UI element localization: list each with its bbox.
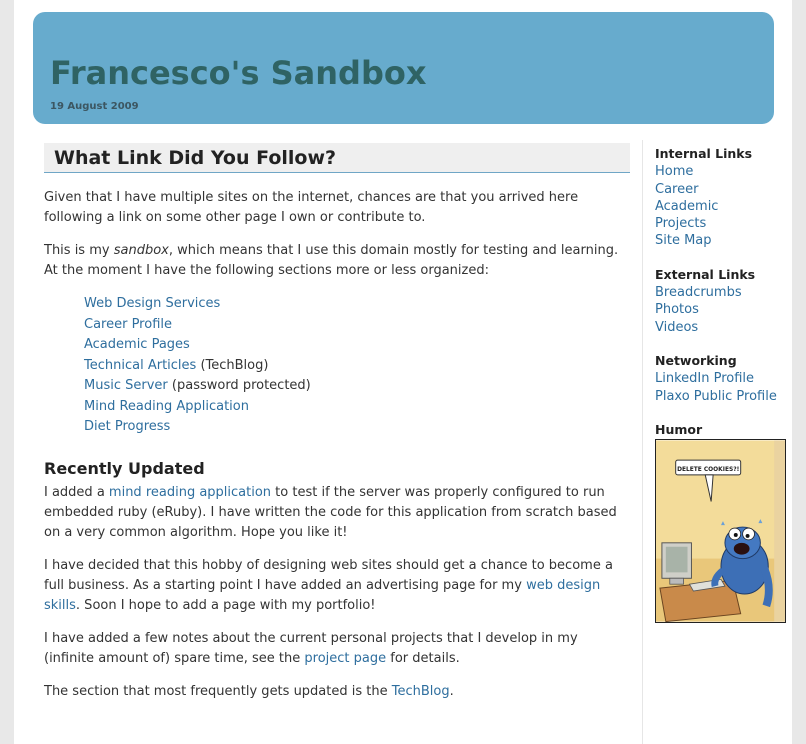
sidebar-link-breadcrumbs[interactable]: Breadcrumbs (655, 285, 742, 300)
page: Francesco's Sandbox 19 August 2009 What … (14, 0, 792, 744)
site-header: Francesco's Sandbox 19 August 2009 (33, 12, 774, 124)
update-paragraph: I have added a few notes about the curre… (44, 629, 630, 669)
list-item: Diet Progress (84, 417, 630, 438)
sidebar: Internal Links Home Career Academic Proj… (655, 145, 790, 624)
recently-updated-heading: Recently Updated (44, 458, 205, 478)
internal-links-list: Home Career Academic Projects Site Map (655, 163, 790, 249)
sidebar-link-site-map[interactable]: Site Map (655, 233, 712, 248)
sidebar-link-linkedin[interactable]: LinkedIn Profile (655, 371, 754, 386)
list-item: Technical Articles (TechBlog) (84, 356, 630, 377)
text: for details. (386, 650, 460, 666)
sidebar-link-career[interactable]: Career (655, 182, 698, 197)
section-link-academic[interactable]: Academic Pages (84, 337, 190, 352)
text: . (449, 683, 454, 699)
update-paragraph: I added a mind reading application to te… (44, 483, 630, 543)
external-links-list: Breadcrumbs Photos Videos (655, 284, 790, 336)
sandbox-paragraph: This is my sandbox, which means that I u… (44, 241, 630, 281)
main-content: What Link Did You Follow? Given that I h… (44, 143, 630, 715)
section-link-mind-reading[interactable]: Mind Reading Application (84, 399, 249, 414)
section-link-technical-articles[interactable]: Technical Articles (84, 358, 196, 373)
list-item: Music Server (password protected) (84, 376, 630, 397)
mind-reading-link[interactable]: mind reading application (109, 485, 271, 500)
section-note: (TechBlog) (196, 357, 269, 373)
text: The section that most frequently gets up… (44, 683, 392, 699)
sidebar-link-academic[interactable]: Academic (655, 199, 718, 214)
sidebar-link-videos[interactable]: Videos (655, 320, 698, 335)
humor-heading: Humor (655, 421, 703, 437)
sidebar-link-photos[interactable]: Photos (655, 302, 699, 317)
sidebar-link-home[interactable]: Home (655, 164, 693, 179)
list-item: Mind Reading Application (84, 397, 630, 418)
section-list: Web Design Services Career Profile Acade… (84, 294, 630, 438)
column-divider (642, 140, 643, 744)
project-page-link[interactable]: project page (304, 651, 386, 666)
site-date: 19 August 2009 (50, 101, 139, 112)
update-paragraph: I have decided that this hobby of design… (44, 556, 630, 616)
section-link-music-server[interactable]: Music Server (84, 378, 168, 393)
text: . Soon I hope to add a page with my port… (75, 597, 376, 613)
list-item: Web Design Services (84, 294, 630, 315)
networking-list: LinkedIn Profile Plaxo Public Profile (655, 370, 790, 405)
sidebar-link-plaxo[interactable]: Plaxo Public Profile (655, 389, 777, 404)
sandbox-emphasis: sandbox (113, 243, 169, 258)
cookie-monster-comic-image[interactable]: DELETE COOKIES?! (655, 439, 786, 624)
list-item: Career Profile (84, 315, 630, 336)
techblog-link[interactable]: TechBlog (392, 684, 450, 699)
comic-caption: DELETE COOKIES?! (677, 467, 739, 473)
list-item: Academic Pages (84, 335, 630, 356)
section-note: (password protected) (167, 378, 311, 393)
intro-paragraph: Given that I have multiple sites on the … (44, 190, 579, 225)
internal-links-heading: Internal Links (655, 146, 753, 161)
update-paragraph: The section that most frequently gets up… (44, 682, 630, 702)
sandbox-text-before: This is my (44, 243, 114, 258)
section-link-web-design[interactable]: Web Design Services (84, 296, 220, 311)
section-link-diet-progress[interactable]: Diet Progress (84, 419, 170, 434)
external-links-heading: External Links (655, 266, 756, 282)
page-title: What Link Did You Follow? (44, 143, 630, 173)
section-link-career[interactable]: Career Profile (84, 317, 172, 332)
sidebar-link-projects[interactable]: Projects (655, 216, 706, 231)
networking-heading: Networking (655, 352, 737, 368)
text: I added a (44, 484, 109, 500)
site-title[interactable]: Francesco's Sandbox (50, 54, 426, 92)
